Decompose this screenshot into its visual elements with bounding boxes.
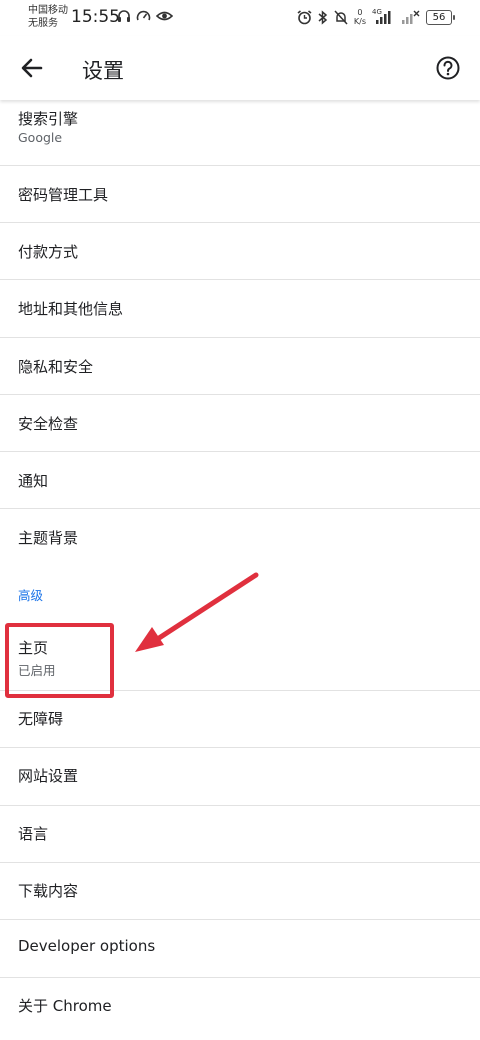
- annotation-arrow-icon: [135, 572, 259, 652]
